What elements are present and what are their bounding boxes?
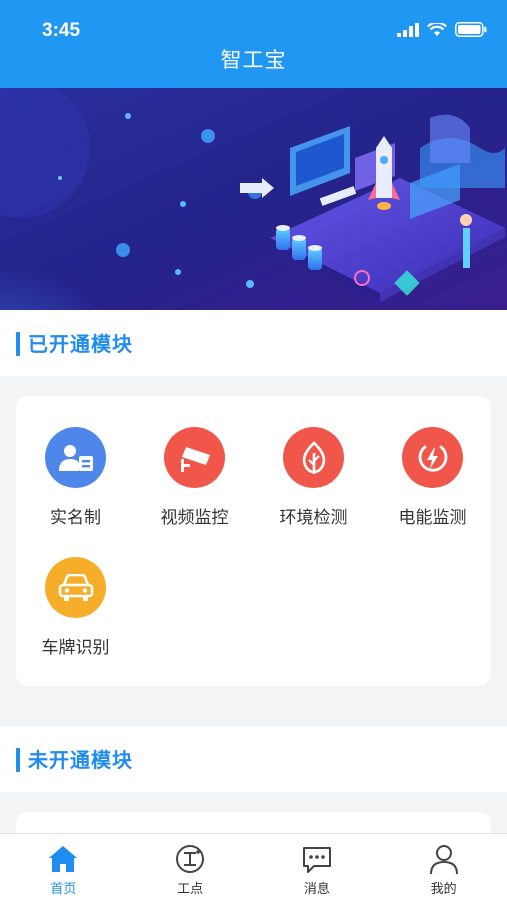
banner-image[interactable]: [0, 88, 507, 310]
module-label: 车牌识别: [41, 638, 110, 658]
module-environment-detection[interactable]: 环境检测: [254, 427, 373, 547]
module-video-monitoring[interactable]: 视频监控: [135, 427, 254, 547]
banner-illustration: [0, 88, 507, 310]
camera-icon: [164, 427, 225, 488]
tab-label: 我的: [430, 882, 457, 897]
tab-label: 工点: [177, 882, 204, 897]
closed-section-header: 未开通模块: [0, 726, 507, 792]
id-card-icon: [45, 427, 106, 488]
tab-label: 首页: [50, 882, 77, 897]
tab-home[interactable]: 首页: [0, 834, 127, 900]
status-time: 3:45: [42, 20, 81, 41]
tab-label: 消息: [303, 882, 330, 897]
closed-section-title: 未开通模块: [28, 748, 133, 772]
home-icon: [49, 846, 78, 872]
section-accent-bar: [16, 332, 20, 356]
page-title: 智工宝: [220, 48, 287, 72]
module-real-name[interactable]: 实名制: [16, 427, 135, 547]
opened-section-header: 已开通模块: [0, 310, 507, 376]
module-license-plate[interactable]: 车牌识别: [16, 557, 135, 677]
status-icons: [397, 22, 487, 37]
app-header: 3:45 智工宝: [0, 0, 507, 88]
bottom-tab-bar: 首页 工点 消息 我的: [0, 833, 507, 900]
car-icon: [45, 557, 106, 618]
module-label: 电能监测: [398, 508, 467, 528]
opened-modules-card: 实名制 视频监控 环境检测 电能监测 车牌识别: [16, 396, 491, 686]
power-icon: [402, 427, 463, 488]
tab-worksite[interactable]: 工点: [127, 834, 254, 900]
wifi-icon: [427, 22, 447, 36]
leaf-icon: [283, 427, 344, 488]
module-label: 视频监控: [160, 508, 229, 528]
tab-messages[interactable]: 消息: [254, 834, 381, 900]
signal-icon: [397, 22, 419, 37]
module-label: 环境检测: [279, 508, 348, 528]
module-label: 实名制: [50, 508, 101, 528]
battery-icon: [455, 22, 487, 37]
tab-profile[interactable]: 我的: [380, 834, 507, 900]
user-icon: [429, 845, 458, 875]
worksite-icon: [176, 845, 205, 873]
section-accent-bar: [16, 748, 20, 772]
opened-section-title: 已开通模块: [28, 332, 133, 356]
message-icon: [302, 847, 331, 873]
module-power-monitoring[interactable]: 电能监测: [373, 427, 492, 547]
